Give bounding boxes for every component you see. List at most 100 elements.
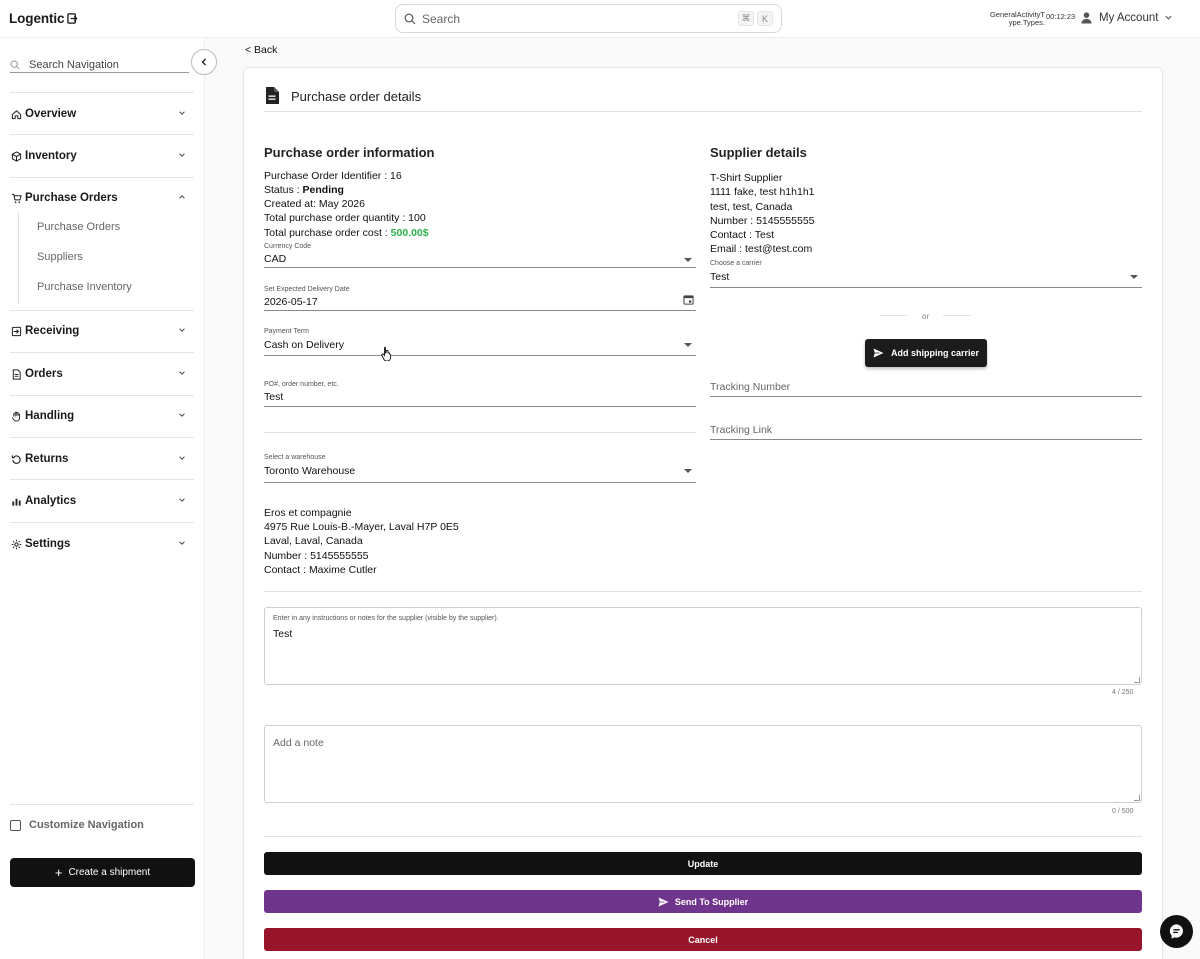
global-search-input[interactable]: Search ⌘ K	[395, 4, 782, 33]
resize-handle-icon[interactable]	[1134, 795, 1140, 801]
activity-type-label: GeneralActivityT ype.Types.	[985, 11, 1045, 27]
warehouse-select[interactable]: Select a warehouse Toronto Warehouse	[264, 454, 696, 483]
po-total-cost: Total purchase order cost : 500.00$	[264, 227, 429, 239]
add-shipping-carrier-label: Add shipping carrier	[890, 348, 979, 358]
field-placeholder: Tracking Number	[710, 381, 791, 393]
sidebar-item-handling[interactable]: Handling	[10, 406, 194, 426]
divider	[264, 432, 696, 433]
sidebar-search-input[interactable]: Search Navigation	[10, 57, 189, 73]
field-placeholder: Add a note	[273, 737, 324, 749]
create-shipment-button[interactable]: + Create a shipment	[10, 858, 195, 887]
warehouse-contact: Contact : Maxime Cutler	[264, 564, 377, 576]
status-value: Pending	[302, 184, 344, 196]
field-value: Test	[264, 391, 284, 403]
chevron-down-icon	[179, 153, 185, 157]
divider	[10, 479, 194, 480]
resize-handle-icon[interactable]	[1134, 677, 1140, 683]
collapse-sidebar-button[interactable]	[191, 49, 217, 75]
field-value: CAD	[264, 253, 287, 265]
field-label: PO#, order number, etc.	[264, 381, 339, 388]
timer-text: 00:12:23	[1046, 12, 1076, 21]
chat-support-button[interactable]	[1160, 915, 1193, 948]
sidebar-item-analytics[interactable]: Analytics	[10, 491, 194, 511]
supplier-heading: Supplier details	[710, 145, 807, 160]
note-counter: 0 / 500	[1112, 808, 1134, 815]
sidebar-item-orders[interactable]: Orders	[10, 364, 194, 384]
add-note-textarea[interactable]: Add a note	[264, 725, 1142, 803]
sidebar-subitem-purchase-orders[interactable]: Purchase Orders	[37, 221, 120, 233]
sidebar-item-purchase-orders[interactable]: Purchase Orders	[10, 188, 194, 208]
tracking-link-input[interactable]: Tracking Link	[710, 424, 1142, 440]
sidebar-subitem-suppliers[interactable]: Suppliers	[37, 251, 83, 263]
po-total-quantity: Total purchase order quantity : 100	[264, 212, 426, 224]
send-icon	[873, 348, 884, 358]
shortcut-key-k: K	[757, 11, 773, 26]
divider	[10, 804, 194, 805]
sidebar-item-label: Inventory	[25, 150, 77, 162]
subnav-rail	[18, 213, 20, 304]
sidebar-item-receiving[interactable]: Receiving	[10, 321, 194, 341]
divider	[880, 315, 908, 316]
customize-navigation-label: Customize Navigation	[29, 819, 144, 831]
field-label: Set Expected Delivery Date	[264, 286, 350, 293]
sidebar-item-label: Purchase Orders	[25, 192, 118, 204]
tracking-number-input[interactable]: Tracking Number	[710, 381, 1142, 397]
po-status: Status : Pending	[264, 184, 344, 196]
chevron-down-icon	[179, 498, 185, 502]
po-number-input[interactable]: PO#, order number, etc. Test	[264, 381, 696, 407]
field-label: Payment Term	[264, 328, 309, 335]
send-to-supplier-button[interactable]: Send To Supplier	[264, 890, 1142, 913]
back-link[interactable]: < Back	[245, 44, 277, 56]
box-icon	[10, 150, 22, 162]
document-icon	[10, 368, 22, 380]
sidebar-item-overview[interactable]: Overview	[10, 104, 194, 124]
sidebar-item-returns[interactable]: Returns	[10, 449, 194, 469]
payment-term-select[interactable]: Payment Term Cash on Delivery	[264, 328, 696, 356]
chevron-down-icon	[179, 413, 185, 417]
delivery-date-input[interactable]: Set Expected Delivery Date 2026-05-17	[264, 286, 696, 311]
supplier-name: T-Shirt Supplier	[710, 172, 783, 184]
calendar-icon[interactable]	[683, 294, 694, 305]
currency-code-select[interactable]: Currency Code CAD	[264, 243, 696, 268]
warehouse-name: Eros et compagnie	[264, 507, 352, 519]
chevron-down-icon	[179, 111, 185, 115]
chevron-down-icon	[179, 541, 185, 545]
dropdown-arrow-icon	[684, 469, 692, 473]
divider	[10, 437, 194, 438]
add-shipping-carrier-button[interactable]: Add shipping carrier	[865, 339, 987, 367]
sidebar-item-label: Handling	[25, 410, 75, 422]
cancel-button[interactable]: Cancel	[264, 928, 1142, 951]
sidebar-item-inventory[interactable]: Inventory	[10, 146, 194, 166]
field-value: 2026-05-17	[264, 296, 318, 308]
page-title: Purchase order details	[291, 89, 422, 104]
customize-navigation-checkbox[interactable]: Customize Navigation	[10, 819, 144, 831]
chevron-down-icon	[179, 456, 185, 460]
sidebar-subitem-purchase-inventory[interactable]: Purchase Inventory	[37, 281, 132, 293]
app-logo[interactable]: Logentic	[9, 11, 78, 26]
sidebar-item-label: Receiving	[25, 325, 80, 337]
plus-icon: +	[54, 864, 63, 880]
supplier-note-textarea[interactable]: Enter in any instructions or notes for t…	[264, 607, 1142, 685]
sidebar-item-settings[interactable]: Settings	[10, 534, 194, 554]
divider	[264, 591, 1142, 592]
field-label: Choose a carrier	[710, 260, 762, 267]
shortcut-key-cmd: ⌘	[738, 11, 754, 26]
divider	[943, 315, 971, 316]
update-button[interactable]: Update	[264, 852, 1142, 875]
hand-pointer-cursor-icon	[381, 346, 392, 361]
warehouse-street: 4975 Rue Louis-B.-Mayer, Laval H7P 0E5	[264, 521, 459, 533]
send-icon	[658, 896, 669, 907]
chevron-down-icon	[1165, 15, 1173, 20]
divider	[10, 177, 194, 178]
cart-icon	[10, 192, 22, 204]
chevron-up-icon	[179, 195, 185, 199]
activity-timer[interactable]: 00:12:23	[1046, 12, 1075, 21]
warehouse-number: Number : 5145555555	[264, 550, 369, 562]
status-label: Status :	[264, 184, 303, 196]
sidebar-item-label: Overview	[25, 108, 77, 120]
dropdown-arrow-icon	[1130, 275, 1138, 279]
update-label: Update	[687, 858, 719, 869]
account-menu[interactable]: My Account	[1080, 11, 1173, 24]
divider	[10, 310, 194, 311]
carrier-select[interactable]: Choose a carrier Test	[710, 260, 1142, 288]
